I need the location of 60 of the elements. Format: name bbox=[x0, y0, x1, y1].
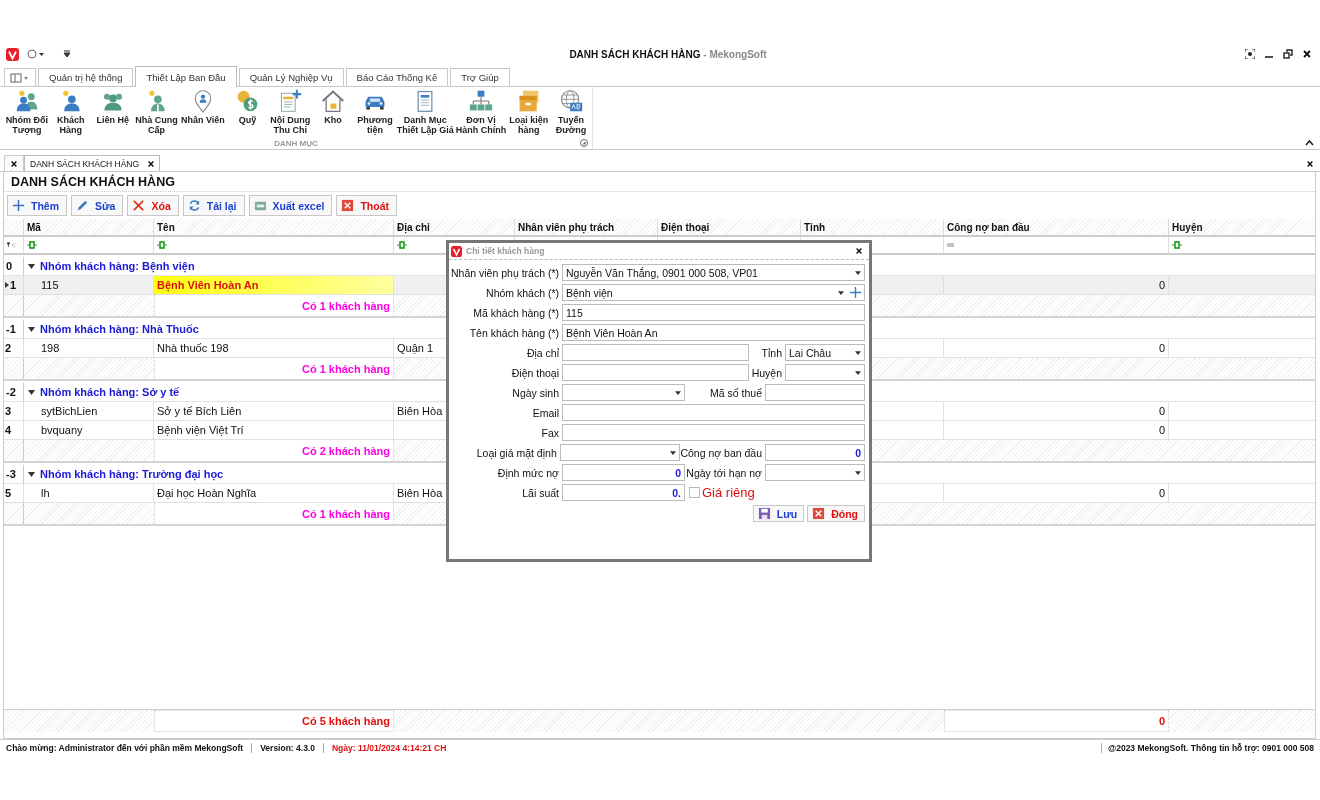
table-cell: Sở y tế Bích Liên bbox=[157, 405, 242, 417]
table-cell: 0 bbox=[1158, 424, 1165, 436]
row-number: 1 bbox=[10, 279, 17, 291]
field-label: Mã khách hàng (*) bbox=[472, 306, 560, 319]
field-label: Loại giá mặt định bbox=[475, 446, 558, 459]
table-cell: 0 bbox=[1158, 405, 1165, 417]
row-number: 4 bbox=[5, 424, 12, 436]
table-cell: Biên Hòa bbox=[397, 487, 443, 499]
field-label: Nhân viên phụ trách (*) bbox=[450, 266, 560, 279]
field-label: Địa chỉ bbox=[525, 346, 560, 359]
group-summary: Có 1 khách hàng bbox=[301, 362, 390, 375]
checkbox-label: Giá riêng bbox=[702, 485, 755, 500]
table-cell: Bệnh Viên Hoàn An bbox=[157, 279, 259, 291]
group-summary: Có 1 khách hàng bbox=[301, 507, 390, 520]
field-label: Email bbox=[531, 406, 560, 419]
table-cell: Quận 1 bbox=[397, 342, 434, 354]
field-label: Huyện bbox=[750, 366, 783, 379]
group-summary: Có 2 khách hàng bbox=[301, 444, 390, 457]
copyright-text: @2023 MekongSoft. Thông tin hỗ trợ: 0901 000 508 bbox=[1100, 743, 1314, 753]
table-cell: 198 bbox=[41, 342, 60, 354]
field-label: Fax bbox=[540, 426, 560, 439]
date-text: Ngày: 11/01/2024 4:14:21 CH bbox=[322, 743, 455, 753]
field-label: Tên khách hàng (*) bbox=[468, 326, 560, 339]
group-summary: Có 1 khách hàng bbox=[301, 299, 390, 312]
group-label: Nhóm khách hàng: Bệnh viện bbox=[39, 260, 195, 272]
table-cell: Bệnh viện Việt Trí bbox=[157, 424, 244, 436]
table-cell: 115 bbox=[41, 279, 59, 291]
table-cell: Nhà thuốc 198 bbox=[157, 342, 229, 354]
panel-title: DANH SÁCH KHÁCH HÀNG bbox=[4, 172, 1315, 192]
field-label: Điện thoại bbox=[510, 366, 560, 379]
field-label: Tỉnh bbox=[760, 346, 783, 359]
welcome-text: Chào mừng: Administrator đến với phần mềm MekongSoft bbox=[6, 743, 245, 753]
group-label: Nhóm khách hàng: Trường đại học bbox=[39, 468, 224, 480]
table-cell: bvquany bbox=[41, 424, 83, 436]
table-cell: lh bbox=[41, 487, 50, 499]
dialog-title: Chi tiết khách hàng bbox=[466, 246, 546, 256]
total-summary: Có 5 khách hàng bbox=[301, 715, 390, 727]
window-title: DANH SÁCH KHÁCH HÀNG - MekongSoft bbox=[568, 48, 768, 60]
row-number: 3 bbox=[5, 405, 12, 417]
table-cell: 0 bbox=[1158, 279, 1165, 291]
table-cell: Đại học Hoàn Nghĩa bbox=[157, 487, 257, 499]
tab-label: DANH SÁCH KHÁCH HÀNG bbox=[30, 158, 140, 169]
table-cell: sytBichLien bbox=[41, 405, 98, 417]
field-label: Định mức nợ bbox=[496, 466, 560, 479]
field-label: Mã số thuế bbox=[709, 386, 763, 399]
group-label: Nhóm khách hàng: Sở y tế bbox=[39, 386, 180, 398]
ribbon-group-label: DANH MỤC bbox=[274, 139, 318, 148]
total-debt: 0 bbox=[1158, 715, 1165, 727]
table-cell: 0 bbox=[1158, 487, 1165, 499]
group-label: Nhóm khách hàng: Nhà Thuốc bbox=[39, 323, 199, 335]
field-label: Nhóm khách (*) bbox=[485, 286, 560, 299]
field-label: Ngày tới hạn nợ bbox=[685, 466, 763, 479]
field-label: Lãi suất bbox=[521, 486, 560, 499]
row-number: 5 bbox=[5, 487, 12, 499]
field-label: Ngày sinh bbox=[511, 386, 560, 399]
table-cell: 0 bbox=[1158, 342, 1165, 354]
field-label: Công nợ ban đầu bbox=[680, 446, 763, 459]
table-cell: Biên Hòa bbox=[397, 405, 443, 417]
version-text: Version: 4.3.0 bbox=[251, 743, 323, 753]
row-number: 2 bbox=[5, 342, 12, 354]
